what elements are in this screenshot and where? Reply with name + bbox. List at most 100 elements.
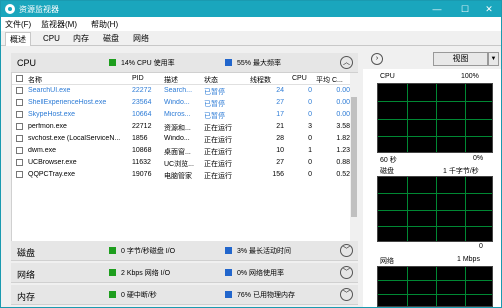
process-cpu: 0 — [308, 111, 312, 118]
process-avg-cpu: 3.58 — [336, 123, 350, 130]
tab-overview[interactable]: 概述 — [5, 32, 31, 46]
menu-help[interactable]: 帮助(H) — [91, 19, 118, 30]
process-checkbox[interactable] — [16, 87, 23, 94]
hard-faults-stat: 0 硬中断/秒 — [121, 292, 157, 299]
process-checkbox[interactable] — [16, 147, 23, 154]
grid-line — [465, 267, 466, 306]
disk-active-stat: 3% 最长活动时间 — [237, 248, 292, 255]
process-checkbox[interactable] — [16, 123, 23, 130]
process-checkbox[interactable] — [16, 159, 23, 166]
menu-monitor[interactable]: 监视器(M) — [41, 19, 77, 30]
process-description: Windo... — [164, 99, 190, 106]
select-all-checkbox[interactable] — [16, 75, 23, 82]
process-threads: 27 — [276, 99, 284, 106]
graphs-toolbar: › 视图 ▼ — [363, 49, 501, 69]
process-description: 桌面窗... — [164, 149, 191, 156]
grid-line — [378, 119, 492, 120]
tab-disk[interactable]: 磁盘 — [99, 32, 123, 46]
col-header-name[interactable]: 名称 — [28, 75, 42, 85]
grid-line — [436, 177, 437, 241]
process-threads: 10 — [276, 147, 284, 154]
process-avg-cpu: 0.00 — [336, 111, 350, 118]
col-header-pid[interactable]: PID — [132, 75, 144, 82]
process-pid: 10868 — [132, 147, 152, 154]
process-description: 电脑管家 — [164, 173, 192, 180]
table-row[interactable]: SkypeHost.exe 10664 Micros... 已暂停 17 0 0.00 — [12, 109, 350, 121]
cpu-section-header[interactable]: CPU 14% CPU 使用率 55% 最大频率 ︿ — [11, 53, 358, 73]
cpu-graph-max: 100% — [461, 73, 479, 80]
process-avg-cpu: 1.82 — [336, 135, 350, 142]
tab-network[interactable]: 网络 — [129, 32, 153, 46]
expand-chevron-icon[interactable]: ﹀ — [340, 244, 353, 257]
col-header-status[interactable]: 状态 — [204, 75, 218, 85]
minimize-button[interactable]: — — [425, 1, 449, 17]
view-dropdown-icon[interactable]: ▼ — [488, 52, 499, 66]
resource-monitor-window: 资源监视器 — ☐ ✕ 文件(F) 监视器(M) 帮助(H) 概述 CPU 内存… — [0, 0, 502, 308]
disk-graph-min: 0 — [479, 243, 483, 250]
menu-file[interactable]: 文件(F) — [5, 19, 31, 30]
process-description: Search... — [164, 87, 193, 94]
process-checkbox[interactable] — [16, 171, 23, 178]
table-row[interactable]: dwm.exe 10868 桌面窗... 正在运行 10 1 1.23 — [12, 145, 350, 157]
expand-chevron-icon[interactable]: ﹀ — [340, 266, 353, 279]
disk-section-header[interactable]: 磁盘 0 字节/秒磁盘 I/O 3% 最长活动时间 ﹀ — [11, 241, 358, 261]
process-name: UCBrowser.exe — [28, 159, 77, 166]
process-description: UC浏览... — [164, 161, 194, 168]
network-section-header[interactable]: 网络 2 Kbps 网络 I/O 0% 网络使用率 ﹀ — [11, 263, 358, 283]
process-checkbox[interactable] — [16, 99, 23, 106]
resource-monitor-app-icon — [5, 4, 15, 14]
max-frequency-stat: 55% 最大频率 — [237, 60, 281, 67]
expand-chevron-icon[interactable]: ﹀ — [340, 288, 353, 301]
table-row[interactable]: UCBrowser.exe 11632 UC浏览... 正在运行 27 0 0.88 — [12, 157, 350, 169]
process-avg-cpu: 0.00 — [336, 87, 350, 94]
process-checkbox[interactable] — [16, 111, 23, 118]
hard-faults-legend-icon — [109, 291, 116, 298]
col-header-description[interactable]: 描述 — [164, 75, 178, 85]
process-avg-cpu: 0.52 — [336, 171, 350, 178]
process-pid: 19076 — [132, 171, 152, 178]
col-header-cpu[interactable]: CPU — [292, 75, 307, 82]
process-threads: 28 — [276, 135, 284, 142]
grid-line — [378, 136, 492, 137]
process-checkbox[interactable] — [16, 135, 23, 142]
process-description: Windo... — [164, 135, 190, 142]
memory-section-header[interactable]: 内存 0 硬中断/秒 76% 已用物理内存 ﹀ — [11, 285, 358, 305]
process-name: ShellExperienceHost.exe — [28, 99, 107, 106]
scrollbar-thumb[interactable] — [351, 97, 357, 217]
tab-bar: 概述 CPU 内存 磁盘 网络 — [1, 31, 501, 46]
collapse-pane-icon[interactable]: › — [371, 53, 383, 65]
process-cpu: 0 — [308, 99, 312, 106]
cpu-section-title: CPU — [17, 58, 37, 68]
col-header-avg-cpu[interactable]: 平均 C... — [316, 75, 350, 85]
close-button[interactable]: ✕ — [477, 1, 501, 17]
process-status: 正在运行 — [204, 137, 232, 144]
grid-line — [436, 267, 437, 306]
table-row[interactable]: perfmon.exe 22712 资源和... 正在运行 21 3 3.58 — [12, 121, 350, 133]
process-avg-cpu: 0.88 — [336, 159, 350, 166]
table-scrollbar[interactable] — [350, 73, 358, 241]
process-status: 正在运行 — [204, 161, 232, 168]
tab-cpu[interactable]: CPU — [39, 32, 64, 46]
grid-line — [378, 193, 492, 194]
collapse-chevron-icon[interactable]: ︿ — [340, 56, 353, 69]
col-header-threads[interactable]: 线程数 — [250, 75, 271, 85]
process-status: 正在运行 — [204, 125, 232, 132]
grid-line — [465, 177, 466, 241]
process-name: svchost.exe (LocalServiceN... — [28, 135, 121, 142]
maximize-button[interactable]: ☐ — [453, 1, 477, 17]
table-row[interactable]: ShellExperienceHost.exe 23564 Windo... 已暂停 2… — [12, 97, 350, 109]
process-pid: 11632 — [132, 159, 151, 166]
view-button[interactable]: 视图 — [433, 52, 488, 66]
disk-graph — [377, 176, 493, 242]
tab-memory[interactable]: 内存 — [69, 32, 93, 46]
grid-line — [378, 210, 492, 211]
cpu-usage-legend-icon — [109, 59, 116, 66]
table-row[interactable]: svchost.exe (LocalServiceN... 1856 Windo..… — [12, 133, 350, 145]
process-avg-cpu: 1.23 — [336, 147, 350, 154]
disk-graph-max: 1 千字节/秒 — [443, 168, 479, 175]
table-row[interactable]: QQPCTray.exe 19076 电脑管家 正在运行 156 0 0.52 — [12, 169, 350, 181]
table-row[interactable]: SearchUI.exe 22272 Search... 已暂停 24 0 0.00 — [12, 85, 350, 97]
grid-line — [407, 267, 408, 306]
process-table: 名称 PID 描述 状态 线程数 CPU 平均 C... SearchUI.ex… — [11, 73, 358, 241]
process-name: SkypeHost.exe — [28, 111, 76, 118]
